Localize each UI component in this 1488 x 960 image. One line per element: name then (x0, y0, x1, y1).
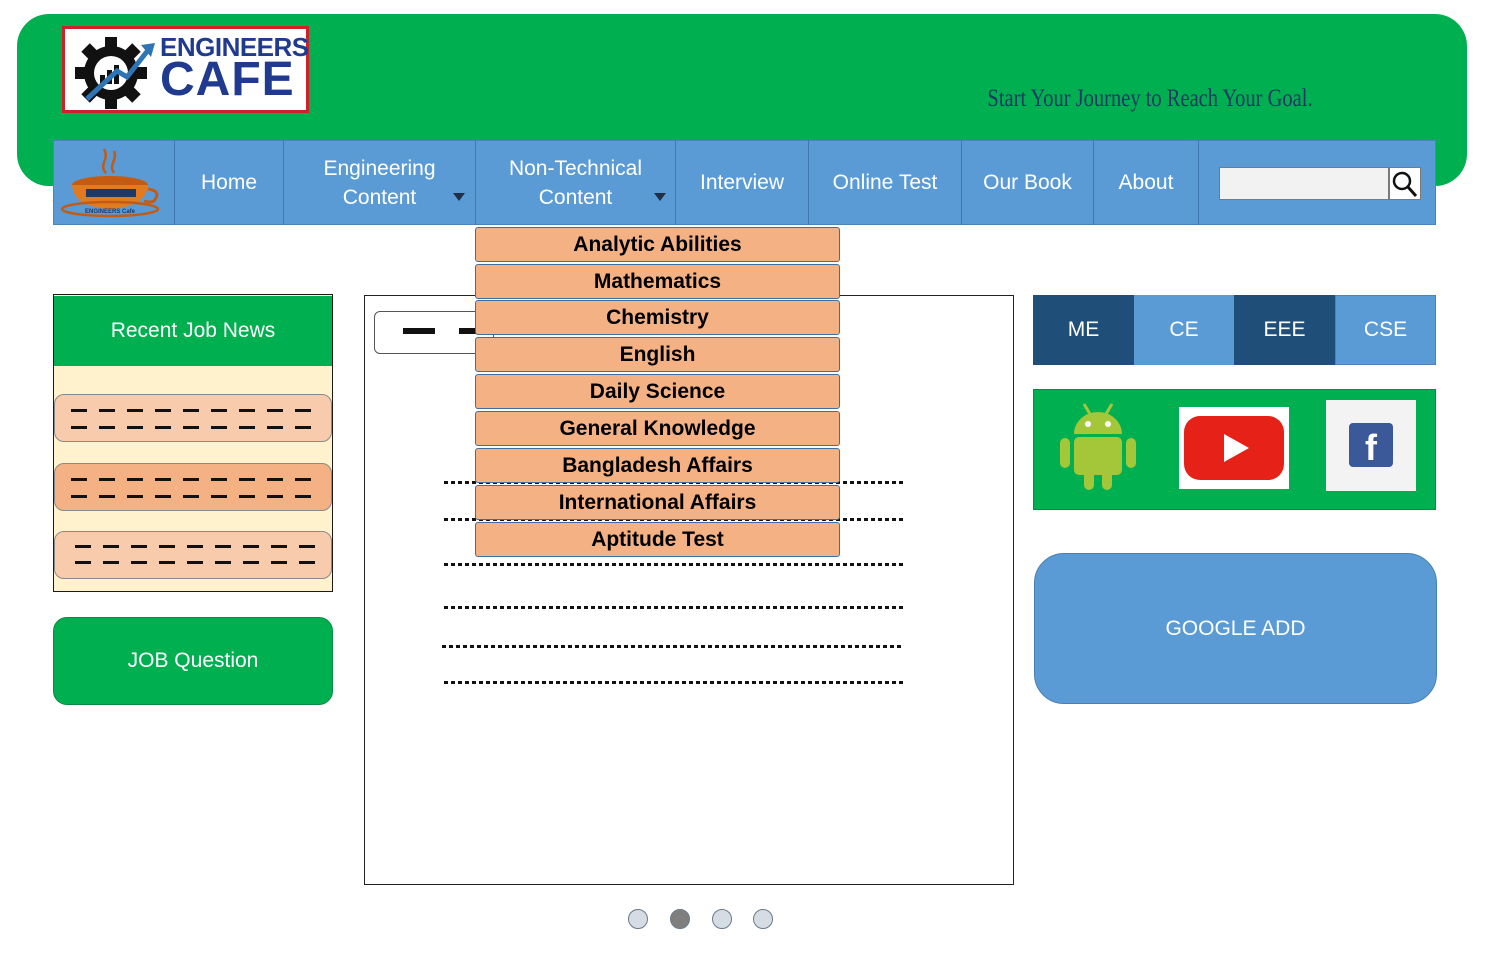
google-ad-placeholder[interactable]: GOOGLE ADD (1034, 553, 1437, 704)
nav-engineering-content[interactable]: Engineering Content (283, 140, 475, 225)
nav-divider (1198, 140, 1199, 225)
placeholder-text-line (75, 545, 319, 548)
tab-cse[interactable]: CSE (1335, 295, 1436, 365)
job-news-item[interactable] (54, 463, 332, 511)
search-button[interactable] (1389, 167, 1421, 200)
gear-logo-icon (75, 37, 155, 109)
search-input[interactable] (1219, 167, 1389, 200)
placeholder-text-line (444, 606, 906, 609)
nav-non-technical-content-label: Non-Technical Content (508, 156, 643, 209)
dropdown-item-analytic-abilities[interactable]: Analytic Abilities (475, 227, 840, 262)
search-icon (1392, 171, 1418, 197)
nav-interview[interactable]: Interview (675, 140, 808, 225)
placeholder-text-line (71, 426, 315, 429)
placeholder-text-line (442, 645, 904, 648)
recent-job-news-header: Recent Job News (54, 296, 332, 366)
facebook-icon[interactable]: f (1326, 400, 1416, 491)
chevron-down-icon[interactable] (654, 193, 666, 201)
placeholder-text-line (75, 561, 319, 564)
nav-home[interactable]: Home (174, 140, 283, 225)
placeholder-text-line (71, 495, 315, 498)
pagination-dot-active[interactable] (670, 909, 690, 929)
nav-engineering-content-label: Engineering Content (323, 156, 436, 209)
dropdown-item-international-affairs[interactable]: International Affairs (475, 485, 840, 520)
svg-text:f: f (1365, 427, 1378, 468)
dropdown-item-mathematics[interactable]: Mathematics (475, 264, 840, 299)
site-tagline: Start Your Journey to Reach Your Goal. (987, 85, 1313, 112)
dropdown-item-english[interactable]: English (475, 337, 840, 372)
pagination-dot[interactable] (628, 909, 648, 929)
tab-ce[interactable]: CE (1134, 295, 1234, 365)
android-icon[interactable] (1056, 398, 1140, 494)
tab-eee[interactable]: EEE (1234, 295, 1335, 365)
job-news-item[interactable] (54, 531, 332, 579)
placeholder-text-line (71, 478, 315, 481)
placeholder-text-line (444, 563, 906, 566)
nav-about[interactable]: About (1093, 140, 1198, 225)
placeholder-text-line (71, 409, 315, 412)
job-news-item[interactable] (54, 394, 332, 442)
nav-non-technical-content[interactable]: Non-Technical Content (475, 140, 675, 225)
tab-me[interactable]: ME (1033, 295, 1134, 365)
pagination-dot[interactable] (712, 909, 732, 929)
logo-wordmark-bottom: CAFE (160, 53, 295, 106)
youtube-icon[interactable] (1179, 407, 1289, 489)
dropdown-item-general-knowledge[interactable]: General Knowledge (475, 411, 840, 446)
nav-our-book[interactable]: Our Book (961, 140, 1093, 225)
placeholder-text-line (444, 681, 906, 684)
job-question-button[interactable]: JOB Question (53, 617, 333, 705)
coffee-cup-logo-icon[interactable]: ENGINEERS Cafe (58, 143, 170, 221)
dropdown-item-daily-science[interactable]: Daily Science (475, 374, 840, 409)
svg-text:ENGINEERS Cafe: ENGINEERS Cafe (85, 209, 136, 215)
dropdown-item-bangladesh-affairs[interactable]: Bangladesh Affairs (475, 448, 840, 483)
dropdown-item-aptitude-test[interactable]: Aptitude Test (475, 522, 840, 557)
chevron-down-icon[interactable] (453, 193, 465, 201)
pagination-dot[interactable] (753, 909, 773, 929)
placeholder-dash (403, 328, 435, 334)
nav-online-test[interactable]: Online Test (808, 140, 961, 225)
dropdown-item-chemistry[interactable]: Chemistry (475, 300, 840, 335)
